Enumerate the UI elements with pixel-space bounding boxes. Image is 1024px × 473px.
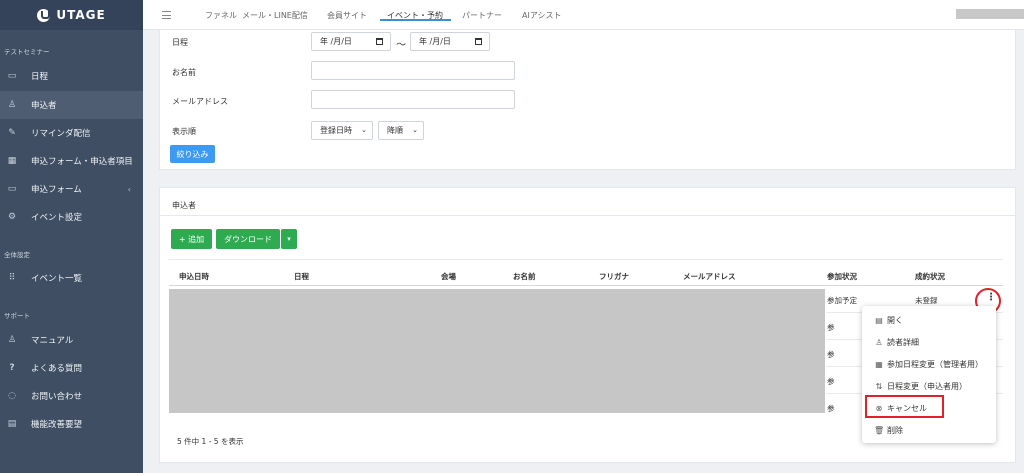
- add-button[interactable]: + 追加: [171, 229, 212, 249]
- top-navbar: ファネル メール・LINE配信 会員サイト イベント・予約 パートナー AIアシ…: [143, 0, 1024, 30]
- redacted-rows: [169, 289, 825, 413]
- search-panel: 日程 年 /月/日 〜 年 /月/日 お名前 メールアドレス 表示順 登録日時 ⌄…: [159, 29, 1016, 170]
- calendar-icon[interactable]: [475, 38, 482, 45]
- person-icon: ♙: [7, 100, 17, 110]
- sidebar: UTAGE テストセミナー ▭ 日程 ♙ 申込者 ✎ リマインダ配信 ▦ 申込フォーム・…: [0, 0, 143, 473]
- name-input[interactable]: [311, 61, 515, 80]
- date-range-separator: 〜: [396, 40, 406, 51]
- question-icon: ?: [9, 363, 15, 373]
- tab-partner[interactable]: パートナー: [462, 10, 502, 21]
- col-header-applied-at: 申込日時: [179, 272, 209, 281]
- attendance-status: 参加予定: [827, 296, 857, 305]
- menu-item-delete[interactable]: 🗑 削除: [874, 425, 903, 436]
- sidebar-section-support: サポート: [4, 312, 30, 320]
- sidebar-item-manual[interactable]: ♙ マニュアル: [0, 326, 143, 354]
- document-icon: ▤: [875, 316, 883, 325]
- sidebar-section-global: 全体設定: [4, 251, 30, 259]
- date-from-input[interactable]: 年 /月/日: [311, 32, 391, 51]
- filter-button[interactable]: 絞り込み: [170, 145, 215, 163]
- order-label: 表示順: [172, 127, 196, 136]
- sidebar-item-contact[interactable]: ◌ お問い合わせ: [0, 382, 143, 410]
- caret-down-icon: ▾: [287, 235, 291, 243]
- sidebar-section-seminar: テストセミナー: [4, 48, 50, 56]
- date-to-input[interactable]: 年 /月/日: [410, 32, 490, 51]
- active-tab-indicator: [380, 19, 451, 21]
- sidebar-item-form[interactable]: ▭ 申込フォーム ‹: [0, 175, 143, 203]
- tab-funnel[interactable]: ファネル: [205, 10, 237, 21]
- table-icon: ▦: [7, 156, 17, 166]
- order-by-select[interactable]: 登録日時 ⌄: [311, 121, 373, 140]
- calendar-icon: ▦: [875, 360, 883, 369]
- trash-icon: 🗑: [874, 426, 885, 435]
- row-actions-menu: ▤ 開く ♙ 読者詳細 ▦ 参加日程変更（管理者用） ⇅ 日程変更（申込者用） ⊗ キャン…: [862, 306, 996, 443]
- sidebar-item-form-fields[interactable]: ▦ 申込フォーム・申込者項目: [0, 147, 143, 175]
- logo[interactable]: UTAGE: [0, 0, 143, 30]
- chevron-down-icon: ⌄: [361, 126, 367, 134]
- chevron-down-icon: ⌄: [412, 126, 418, 134]
- sidebar-item-applicants[interactable]: ♙ 申込者: [0, 91, 143, 119]
- sidebar-item-reminder[interactable]: ✎ リマインダ配信: [0, 119, 143, 147]
- form-icon: ▭: [7, 184, 17, 194]
- pencil-icon: ✎: [8, 128, 16, 138]
- attendance-status: 参: [827, 323, 835, 332]
- divider: [160, 215, 1017, 216]
- calendar-icon: ▭: [7, 71, 17, 81]
- sitemap-icon: ⠿: [8, 273, 16, 283]
- col-header-schedule: 日程: [294, 272, 309, 281]
- person-icon: ♙: [875, 338, 883, 347]
- person-icon: ♙: [7, 335, 17, 345]
- col-header-contract: 成約状況: [915, 272, 945, 281]
- swap-icon: ⇅: [875, 382, 883, 391]
- menu-item-change-schedule-admin[interactable]: ▦ 参加日程変更（管理者用）: [874, 359, 983, 370]
- divider: [169, 285, 1003, 286]
- email-label: メールアドレス: [172, 97, 228, 106]
- menu-item-reader-detail[interactable]: ♙ 読者詳細: [874, 337, 919, 348]
- col-header-furigana: フリガナ: [599, 272, 629, 281]
- calendar-icon[interactable]: [376, 38, 383, 45]
- brand-name: UTAGE: [56, 8, 106, 22]
- sidebar-item-feature-request[interactable]: ▤ 機能改善要望: [0, 410, 143, 438]
- col-header-venue: 会場: [441, 272, 456, 281]
- menu-item-open[interactable]: ▤ 開く: [874, 315, 903, 326]
- sidebar-item-event-settings[interactable]: ⚙ イベント設定: [0, 203, 143, 231]
- menu-item-change-schedule-applicant[interactable]: ⇅ 日程変更（申込者用）: [874, 381, 967, 392]
- annotation-highlight-box: [865, 395, 944, 418]
- gear-icon: ⚙: [7, 212, 17, 222]
- tab-ai-assist[interactable]: AIアシスト: [522, 10, 562, 21]
- order-direction-select[interactable]: 降順 ⌄: [378, 121, 424, 140]
- document-icon: ▤: [7, 419, 17, 429]
- hamburger-menu-icon[interactable]: [162, 11, 171, 19]
- panel-title: 申込者: [172, 201, 196, 210]
- sidebar-item-faq[interactable]: ? よくある質問: [0, 354, 143, 382]
- download-dropdown-toggle[interactable]: ▾: [281, 229, 297, 249]
- col-header-email: メールアドレス: [683, 272, 736, 281]
- tab-member-site[interactable]: 会員サイト: [327, 10, 367, 21]
- pagination-summary: 5 件中 1 - 5 を表示: [177, 437, 244, 446]
- sidebar-item-event-list[interactable]: ⠿ イベント一覧: [0, 264, 143, 292]
- tab-mail-line[interactable]: メール・LINE配信: [242, 10, 308, 21]
- contract-status: 未登録: [915, 296, 938, 305]
- chat-icon: ◌: [8, 391, 16, 401]
- col-header-name: お名前: [513, 272, 536, 281]
- attendance-status: 参: [827, 377, 835, 386]
- chevron-left-icon: ‹: [127, 184, 131, 194]
- download-button[interactable]: ダウンロード: [216, 229, 280, 249]
- name-label: お名前: [172, 68, 196, 77]
- col-header-attendance: 参加状況: [827, 272, 857, 281]
- attendance-status: 参: [827, 404, 835, 413]
- sidebar-item-schedule[interactable]: ▭ 日程: [0, 62, 143, 90]
- date-label: 日程: [172, 38, 188, 47]
- divider: [169, 259, 1003, 260]
- utage-logo-icon: [37, 8, 51, 22]
- user-menu-redacted[interactable]: [956, 9, 1024, 19]
- attendance-status: 参: [827, 350, 835, 359]
- email-input[interactable]: [311, 90, 515, 109]
